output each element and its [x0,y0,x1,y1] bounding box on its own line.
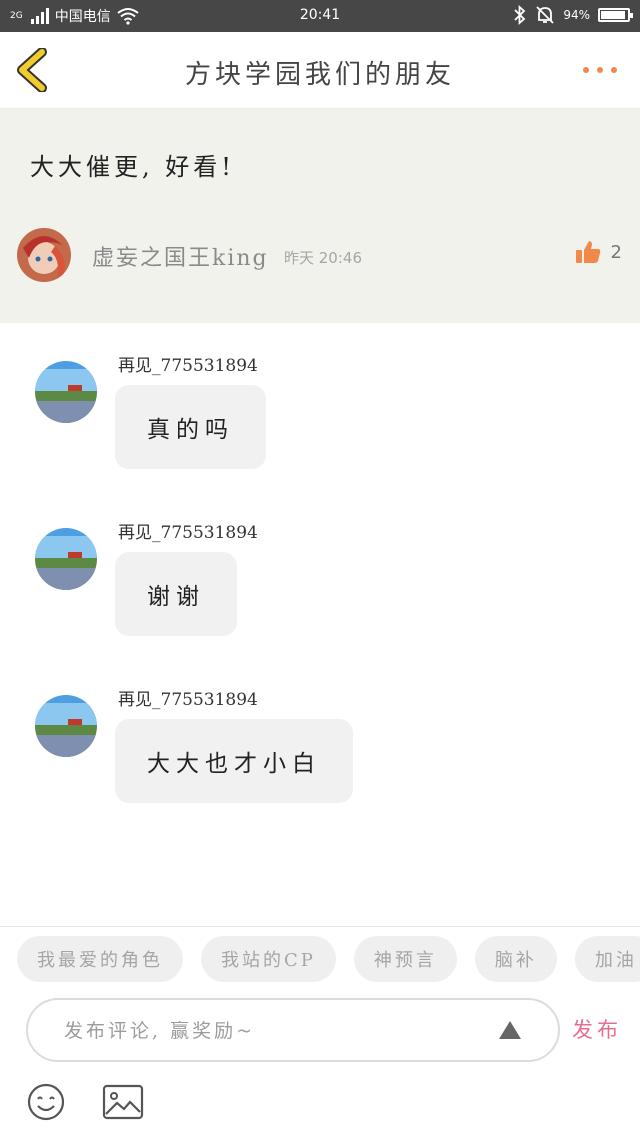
comment-input[interactable] [62,1014,466,1048]
main-comment: 大大催更, 好看! 虚妄之国王king 昨天 20:46 2 [0,109,640,323]
image-button[interactable] [102,1084,144,1120]
quick-tag[interactable]: 脑补 [474,936,557,982]
image-icon [102,1084,144,1120]
quick-tag-bar: 我最爱的角色 我站的CP 神预言 脑补 加油 [17,936,640,982]
like-button[interactable]: 2 [575,240,622,264]
thumbs-up-icon [575,241,600,263]
status-bar-right: 94% [513,5,633,25]
more-button[interactable] [580,60,620,80]
page-title: 方块学园我们的朋友 [184,60,455,90]
triangle-up-icon [499,1021,521,1039]
send-button[interactable] [498,1020,522,1040]
battery-fill [601,11,626,19]
reply-bubble[interactable]: 谢谢 [115,552,237,636]
emoji-icon [27,1083,65,1121]
reply-item: 再见_775531894 谢谢 [0,518,640,658]
quick-tag[interactable]: 我站的CP [201,936,336,982]
reply-item: 再见_775531894 真的吗 [0,351,640,491]
reply-bubble[interactable]: 大大也才小白 [115,719,353,803]
avatar[interactable] [17,228,71,282]
publish-button[interactable]: 发布 [572,1014,622,1044]
divider [0,926,640,927]
mute-bell-icon [536,6,554,24]
reply-item: 再见_775531894 大大也才小白 [0,685,640,825]
avatar[interactable] [35,361,97,423]
main-comment-author[interactable]: 虚妄之国王king [92,240,269,272]
bluetooth-icon [514,5,526,25]
more-dots-icon [583,67,617,73]
reply-author[interactable]: 再见_775531894 [118,685,258,710]
battery-percent: 94% [563,8,590,22]
emoji-button[interactable] [26,1082,66,1122]
status-bar: 2G 中国电信 20:41 94% [0,0,640,32]
quick-tag[interactable]: 我最爱的角色 [17,936,183,982]
reply-bubble[interactable]: 真的吗 [115,385,266,469]
header: 方块学园我们的朋友 [0,32,640,109]
quick-tag[interactable]: 加油 [574,936,640,982]
quick-tag[interactable]: 神预言 [353,936,457,982]
main-comment-text: 大大催更, 好看! [30,153,235,181]
avatar[interactable] [35,695,97,757]
main-comment-time: 昨天 20:46 [284,249,362,267]
avatar[interactable] [35,528,97,590]
battery-icon [598,8,633,22]
comment-input-box [26,998,560,1062]
reply-author[interactable]: 再见_775531894 [118,351,258,376]
reply-author[interactable]: 再见_775531894 [118,518,258,543]
like-count: 2 [610,241,622,263]
